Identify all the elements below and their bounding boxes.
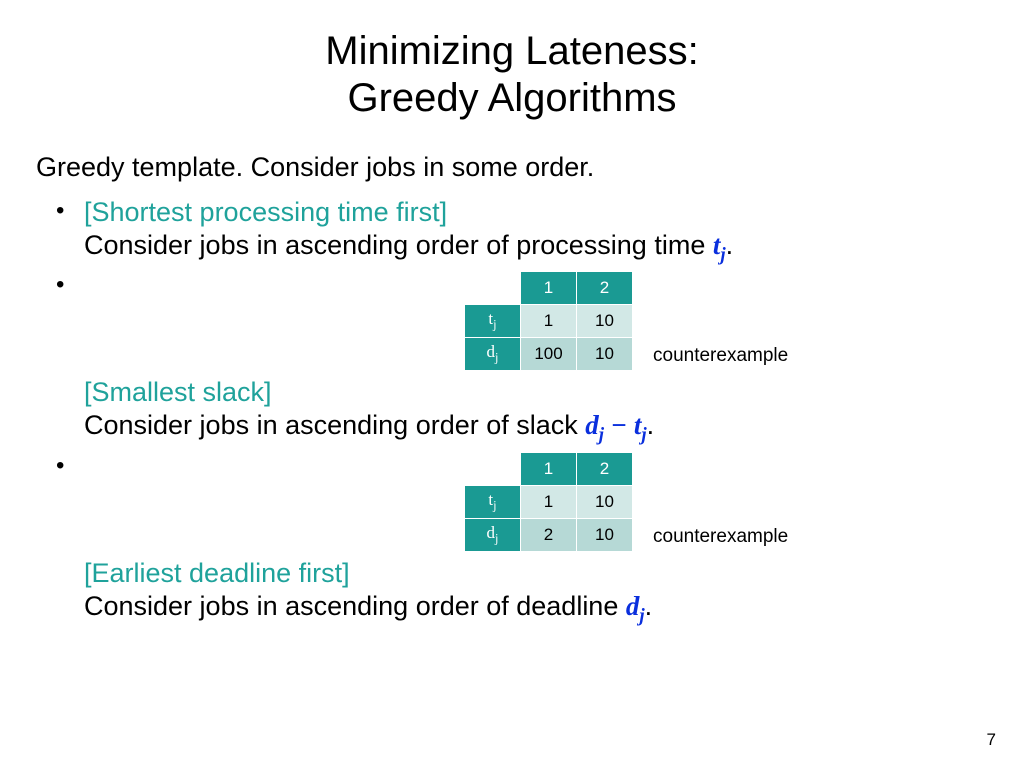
bullet-list: [Shortest processing time first] Conside… (36, 197, 988, 627)
slide-title: Minimizing Lateness: Greedy Algorithms (36, 28, 988, 122)
item-desc: Consider jobs in ascending order of slac… (84, 410, 988, 446)
slide: Minimizing Lateness: Greedy Algorithms G… (0, 0, 1024, 768)
intro-text: Greedy template. Consider jobs in some o… (36, 152, 988, 183)
row-header-dj: dj (465, 338, 520, 370)
counterexample-label: counterexample (653, 345, 788, 371)
table-row-1: 1 2 tj 1 10 dj 100 10 counterexample (464, 271, 988, 371)
data-cell: 1 (521, 486, 576, 518)
data-cell: 10 (577, 338, 632, 370)
col-header: 2 (577, 272, 632, 304)
empty-cell (465, 272, 520, 304)
data-cell: 1 (521, 305, 576, 337)
math-minus: − (604, 410, 634, 440)
counterexample-table-1: 1 2 tj 1 10 dj 100 10 (464, 271, 633, 371)
item-heading: [Smallest slack] (84, 377, 988, 408)
item-desc: Consider jobs in ascending order of proc… (84, 230, 988, 266)
data-cell: 10 (577, 519, 632, 551)
data-cell: 100 (521, 338, 576, 370)
col-header: 2 (577, 453, 632, 485)
math-var-dj: dj (585, 410, 604, 440)
col-header: 1 (521, 453, 576, 485)
bullet-item-edf: 1 2 tj 1 10 dj 2 10 counterexample (84, 452, 988, 627)
title-line-1: Minimizing Lateness: (325, 29, 699, 73)
title-line-2: Greedy Algorithms (347, 76, 676, 120)
data-cell: 10 (577, 305, 632, 337)
table-row-2: 1 2 tj 1 10 dj 2 10 counterexample (464, 452, 988, 552)
counterexample-label: counterexample (653, 526, 788, 552)
row-header-tj: tj (465, 486, 520, 518)
math-var-tj: tj (634, 410, 647, 440)
data-cell: 10 (577, 486, 632, 518)
row-header-dj: dj (465, 519, 520, 551)
math-var-tj: tj (713, 230, 726, 260)
data-cell: 2 (521, 519, 576, 551)
item-desc: Consider jobs in ascending order of dead… (84, 591, 988, 627)
page-number: 7 (987, 730, 996, 750)
item-heading: [Earliest deadline first] (84, 558, 988, 589)
row-header-tj: tj (465, 305, 520, 337)
bullet-item-slack: 1 2 tj 1 10 dj 100 10 counterexample (84, 271, 988, 446)
math-var-dj: dj (626, 591, 645, 621)
item-heading: [Shortest processing time first] (84, 197, 988, 228)
counterexample-table-2: 1 2 tj 1 10 dj 2 10 (464, 452, 633, 552)
empty-cell (465, 453, 520, 485)
col-header: 1 (521, 272, 576, 304)
